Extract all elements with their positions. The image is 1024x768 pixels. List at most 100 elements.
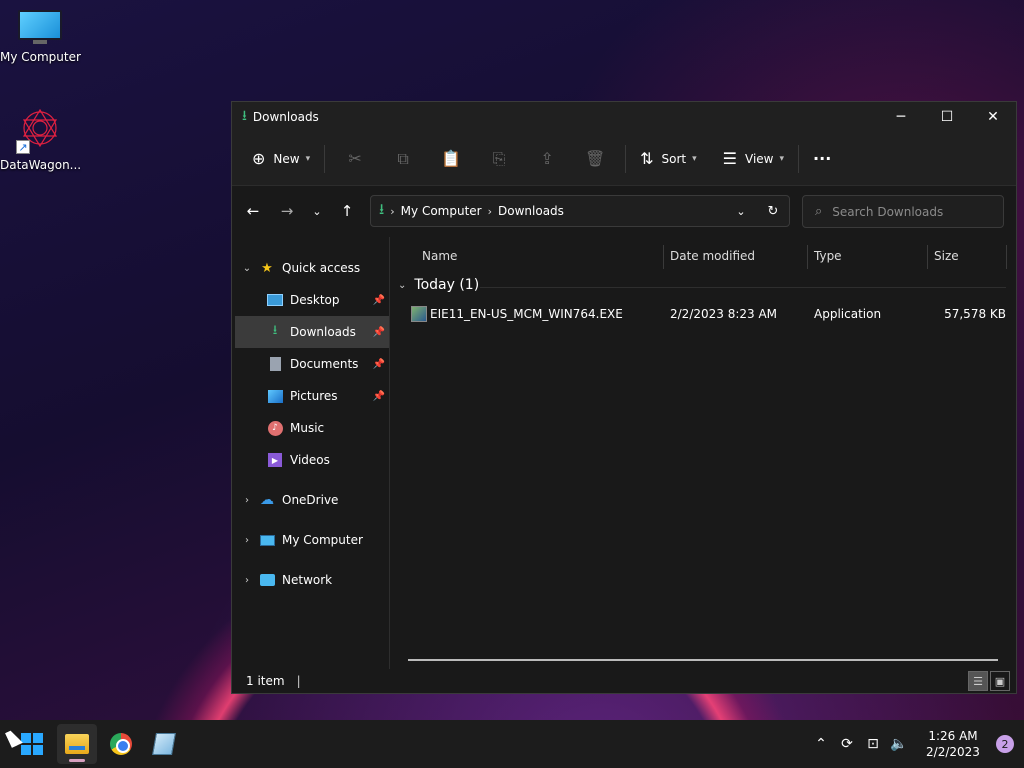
column-header-size[interactable]: Size [934,241,959,271]
network-monitor-icon[interactable]: ⊡ [860,736,886,752]
star-icon: ★ [261,260,273,276]
chevron-right-icon[interactable]: › [236,575,258,586]
command-bar: ⊕ New ▾ ✂ ⧉ 📋 ⎘ ⇪ 🗑 ⇅ Sort ▾ ☰ View ▾ ··… [232,132,1016,186]
column-headers: Name Date modified Type Size [390,241,1016,271]
sync-icon[interactable]: ⟳ [834,736,860,752]
tiles-view-icon: ▣ [994,674,1006,688]
nav-item-desktop[interactable]: Desktop 📌 [232,284,389,316]
file-list-pane: Name Date modified Type Size ⌄ Today (1)… [390,237,1016,669]
nav-quick-access[interactable]: ⌄ ★ Quick access [232,252,389,284]
cloud-icon: ☁ [260,492,274,508]
sort-label: Sort [661,151,687,166]
search-box[interactable]: ⌕ [802,195,1004,228]
forward-button[interactable]: → [270,196,304,226]
more-options-button[interactable]: ··· [805,143,839,175]
status-bar: 1 item | ☰ ▣ [232,669,1016,693]
nav-network[interactable]: › Network [232,564,389,596]
nav-label: Documents [290,357,359,371]
delete-button[interactable]: 🗑 [571,143,619,175]
copy-button[interactable]: ⧉ [379,143,427,175]
column-header-type[interactable]: Type [814,241,842,271]
column-header-date[interactable]: Date modified [670,241,755,271]
nav-item-documents[interactable]: Documents 📌 [232,348,389,380]
title-bar[interactable]: ⭳ Downloads ─ ☐ ✕ [232,102,1016,132]
chevron-right-icon: › [487,204,493,218]
group-header-today[interactable]: ⌄ Today (1) [398,277,479,293]
paste-button[interactable]: 📋 [427,143,475,175]
search-icon: ⌕ [815,204,823,219]
back-button[interactable]: ← [236,196,270,226]
up-button[interactable]: ↑ [330,196,364,226]
taskbar-notepad[interactable] [144,724,184,764]
notepad-icon [152,733,176,755]
chevron-down-icon[interactable]: ⌄ [236,263,258,274]
chevron-right-icon: › [390,204,395,218]
breadcrumb-my-computer[interactable]: My Computer [401,204,482,218]
desktop-folder-icon [266,292,284,308]
show-hidden-icons-chevron-icon[interactable]: ⌃ [808,736,834,752]
close-button[interactable]: ✕ [970,102,1016,132]
desktop-icon-my-computer[interactable]: My Computer [0,10,81,64]
nav-item-music[interactable]: ♪ Music [232,412,389,444]
nav-label: Desktop [290,293,340,307]
download-icon: ⭳ [379,199,385,218]
desktop-icon-datawagon[interactable]: ↗ DataWagon... [0,106,82,172]
nav-item-videos[interactable]: ▶ Videos [232,444,389,476]
group-label: Today (1) [414,277,480,293]
address-bar[interactable]: ⭳ › My Computer › Downloads ⌄ ↻ [370,195,790,227]
nav-my-computer[interactable]: › My Computer [232,524,389,556]
datawagon-logo-icon: ↗ [16,106,64,154]
arrow-left-icon: ← [246,202,260,220]
window-title: Downloads [252,110,319,124]
chrome-icon [110,733,132,755]
nav-label: OneDrive [282,493,339,507]
file-name: EIE11_EN-US_MCM_WIN764.EXE [430,307,623,321]
view-list-icon: ☰ [722,149,738,168]
chevron-right-icon[interactable]: › [236,535,258,546]
desktop-icon-label: DataWagon... [0,158,82,172]
minimize-button[interactable]: ─ [878,102,924,132]
taskbar-file-explorer[interactable] [57,724,97,764]
monitor-icon [18,10,62,46]
divider [324,144,326,173]
item-count: 1 item [246,674,285,688]
document-icon [266,356,284,372]
address-history-chevron-icon[interactable]: ⌄ [725,205,757,218]
details-view-icon: ☰ [973,674,983,688]
column-header-name[interactable]: Name [422,241,457,271]
view-button[interactable]: ☰ View ▾ [715,143,792,175]
refresh-icon[interactable]: ↻ [757,204,789,219]
horizontal-scrollbar[interactable] [408,659,998,661]
sort-button[interactable]: ⇅ Sort ▾ [632,143,705,175]
nav-label: Network [282,573,333,587]
maximize-button[interactable]: ☐ [924,102,970,132]
file-date: 2/2/2023 8:23 AM [670,307,778,321]
shortcut-arrow-icon: ↗ [16,140,30,154]
clock-date: 2/2/2023 [926,745,980,759]
chevron-right-icon[interactable]: › [236,495,258,506]
divider [625,144,627,173]
recent-locations-button[interactable]: ⌄ [304,196,330,226]
nav-item-pictures[interactable]: Pictures 📌 [232,380,389,412]
cut-button[interactable]: ✂ [331,143,379,175]
divider [480,287,1006,288]
share-button[interactable]: ⇪ [523,143,571,175]
volume-icon[interactable]: 🔈 [886,736,912,752]
clock[interactable]: 1:26 AM 2/2/2023 [918,728,988,760]
ellipsis-icon: ··· [813,149,832,168]
tiles-view-button[interactable]: ▣ [990,671,1010,691]
file-row[interactable]: EIE11_EN-US_MCM_WIN764.EXE 2/2/2023 8:23… [408,301,1006,327]
breadcrumb-downloads[interactable]: Downloads [498,204,564,218]
taskbar-chrome[interactable] [101,724,141,764]
nav-item-downloads[interactable]: ⭳ Downloads 📌 [235,316,389,348]
new-button[interactable]: ⊕ New ▾ [244,143,318,175]
new-label: New [273,151,300,166]
notification-badge[interactable]: 2 [996,735,1014,753]
nav-onedrive[interactable]: › ☁ OneDrive [232,484,389,516]
chevron-down-icon: ▾ [305,153,311,164]
sort-icon: ⇅ [640,149,654,168]
rename-button[interactable]: ⎘ [475,143,523,175]
pin-icon: 📌 [372,358,385,370]
details-view-button[interactable]: ☰ [968,671,988,691]
search-input[interactable] [832,204,983,219]
